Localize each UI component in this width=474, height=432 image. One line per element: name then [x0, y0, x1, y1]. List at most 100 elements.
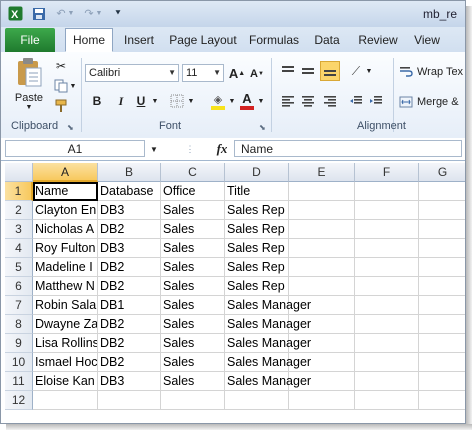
cell-d1[interactable]: Title — [225, 182, 289, 201]
cell-e5[interactable] — [289, 258, 355, 277]
align-right-icon[interactable] — [321, 92, 339, 110]
cell-c10[interactable]: Sales — [161, 353, 225, 372]
tab-page-layout[interactable]: Page Layout — [167, 29, 239, 51]
copy-icon[interactable] — [53, 78, 69, 94]
cut-icon[interactable]: ✂ — [53, 58, 69, 74]
formula-bar-grip-icon[interactable]: ⋮ — [186, 142, 195, 156]
italic-button[interactable]: I — [113, 93, 129, 109]
copy-dropdown-icon[interactable]: ▼ — [69, 82, 77, 90]
cell-e6[interactable] — [289, 277, 355, 296]
cell-g1[interactable] — [419, 182, 465, 201]
cell-c7[interactable]: Sales — [161, 296, 225, 315]
column-header-a[interactable]: A — [33, 163, 98, 182]
bold-button[interactable]: B — [89, 93, 105, 109]
grow-font-button[interactable]: A ▲ — [229, 64, 245, 82]
cell-d12[interactable] — [225, 391, 289, 410]
column-header-e[interactable]: E — [289, 163, 355, 182]
merge-center-button[interactable]: Merge & — [399, 93, 465, 111]
cell-b7[interactable]: DB1 — [98, 296, 161, 315]
cell-a11[interactable]: Eloise Kan — [33, 372, 98, 391]
borders-dropdown-icon[interactable]: ▼ — [187, 97, 195, 105]
row-header-10[interactable]: 10 — [5, 353, 33, 372]
insert-function-icon[interactable]: fx — [213, 141, 231, 157]
tab-file[interactable]: File — [5, 28, 55, 52]
cell-f3[interactable] — [355, 220, 419, 239]
row-header-2[interactable]: 2 — [5, 201, 33, 220]
column-header-f[interactable]: F — [355, 163, 419, 182]
cell-d2[interactable]: Sales Rep — [225, 201, 289, 220]
cell-d8[interactable]: Sales Manager — [225, 315, 311, 334]
clipboard-launcher-icon[interactable]: ⬊ — [67, 123, 74, 132]
formula-input[interactable]: Name — [234, 140, 462, 157]
row-header-7[interactable]: 7 — [5, 296, 33, 315]
row-header-6[interactable]: 6 — [5, 277, 33, 296]
undo-dropdown-icon[interactable]: ▼ — [67, 6, 75, 21]
font-color-dropdown-icon[interactable]: ▼ — [257, 97, 265, 105]
cell-b2[interactable]: DB3 — [98, 201, 161, 220]
font-color-icon[interactable]: A — [239, 90, 255, 112]
cell-b4[interactable]: DB3 — [98, 239, 161, 258]
cell-d3[interactable]: Sales Rep — [225, 220, 289, 239]
name-box-dropdown-icon[interactable]: ▼ — [149, 144, 159, 154]
cell-e4[interactable] — [289, 239, 355, 258]
cell-a12[interactable] — [33, 391, 98, 410]
font-size-combo[interactable]: 11 ▼ — [182, 64, 224, 82]
tab-review[interactable]: Review — [357, 29, 399, 51]
tab-view[interactable]: View — [411, 29, 443, 51]
cell-d11[interactable]: Sales Manager — [225, 372, 311, 391]
top-align-icon[interactable] — [279, 62, 297, 80]
cell-a3[interactable]: Nicholas A — [33, 220, 98, 239]
cell-c9[interactable]: Sales — [161, 334, 225, 353]
cell-g4[interactable] — [419, 239, 465, 258]
cell-e3[interactable] — [289, 220, 355, 239]
cell-d9[interactable]: Sales Manager — [225, 334, 311, 353]
cell-a2[interactable]: Clayton En — [33, 201, 98, 220]
cell-g10[interactable] — [419, 353, 465, 372]
cell-d5[interactable]: Sales Rep — [225, 258, 289, 277]
cell-g7[interactable] — [419, 296, 465, 315]
font-launcher-icon[interactable]: ⬊ — [259, 123, 266, 132]
save-icon[interactable] — [31, 6, 47, 21]
cell-c11[interactable]: Sales — [161, 372, 225, 391]
align-center-icon[interactable] — [299, 92, 317, 110]
cell-g9[interactable] — [419, 334, 465, 353]
excel-logo-icon[interactable]: X — [7, 6, 23, 21]
row-header-4[interactable]: 4 — [5, 239, 33, 258]
cell-c1[interactable]: Office — [161, 182, 225, 201]
cell-f11[interactable] — [355, 372, 419, 391]
cell-f9[interactable] — [355, 334, 419, 353]
cell-g8[interactable] — [419, 315, 465, 334]
cell-g2[interactable] — [419, 201, 465, 220]
row-header-1[interactable]: 1 — [5, 182, 33, 201]
tab-data[interactable]: Data — [313, 29, 341, 51]
cell-b10[interactable]: DB2 — [98, 353, 161, 372]
cell-a1[interactable]: Name — [33, 182, 98, 201]
font-name-combo[interactable]: Calibri ▼ — [85, 64, 179, 82]
fill-color-icon[interactable]: ◈ — [209, 91, 227, 111]
cell-a10[interactable]: Ismael Hoc — [33, 353, 98, 372]
cell-a9[interactable]: Lisa Rollins — [33, 334, 98, 353]
orientation-dropdown-icon[interactable]: ▼ — [365, 67, 373, 75]
cell-c5[interactable]: Sales — [161, 258, 225, 277]
cell-b6[interactable]: DB2 — [98, 277, 161, 296]
name-box[interactable]: A1 — [5, 140, 145, 157]
cell-g6[interactable] — [419, 277, 465, 296]
font-name-dropdown-icon[interactable]: ▼ — [168, 68, 176, 77]
column-header-d[interactable]: D — [225, 163, 289, 182]
format-painter-icon[interactable] — [53, 98, 69, 114]
cell-c6[interactable]: Sales — [161, 277, 225, 296]
cell-c8[interactable]: Sales — [161, 315, 225, 334]
font-size-dropdown-icon[interactable]: ▼ — [213, 68, 221, 77]
row-header-11[interactable]: 11 — [5, 372, 33, 391]
cell-f8[interactable] — [355, 315, 419, 334]
middle-align-icon[interactable] — [299, 62, 317, 80]
cell-b8[interactable]: DB2 — [98, 315, 161, 334]
paste-button[interactable]: Paste ▼ — [11, 56, 47, 112]
cell-d7[interactable]: Sales Manager — [225, 296, 311, 315]
cell-f5[interactable] — [355, 258, 419, 277]
row-header-8[interactable]: 8 — [5, 315, 33, 334]
orientation-icon[interactable]: ⟋ — [347, 62, 365, 80]
cell-a5[interactable]: Madeline I — [33, 258, 98, 277]
column-header-c[interactable]: C — [161, 163, 225, 182]
cell-c2[interactable]: Sales — [161, 201, 225, 220]
